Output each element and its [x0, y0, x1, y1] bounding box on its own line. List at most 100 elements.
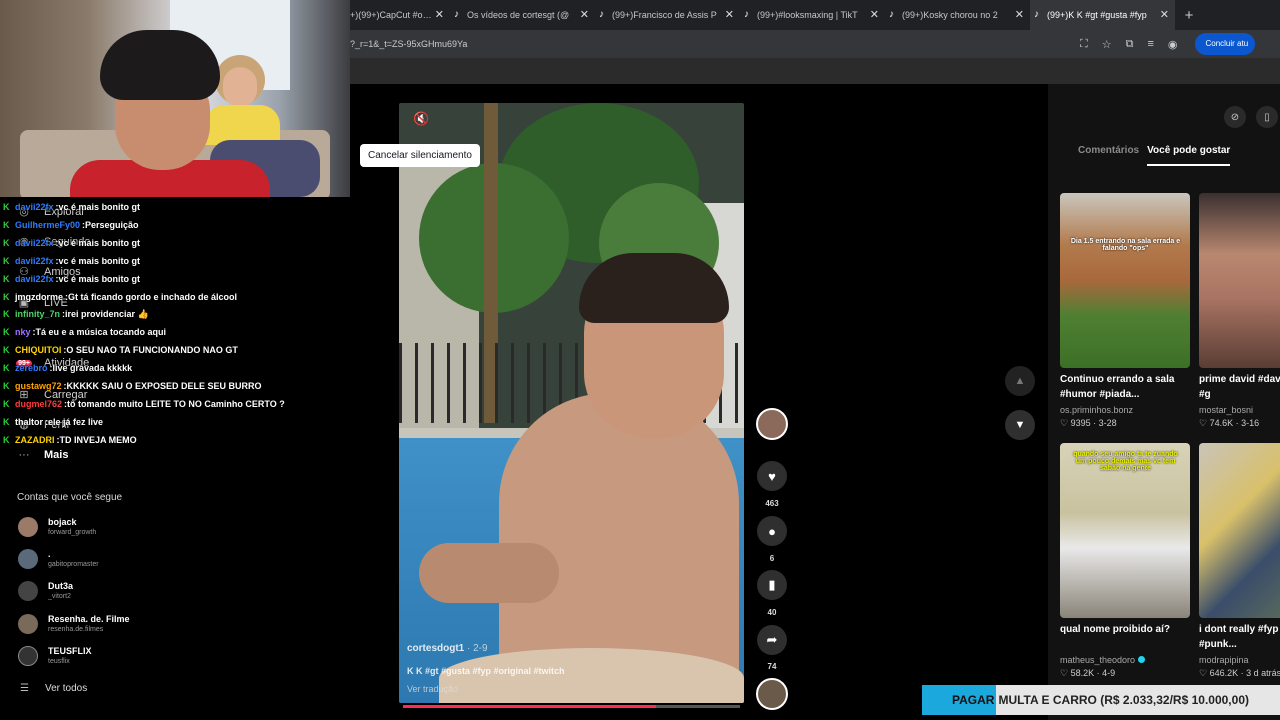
chat-username[interactable]: davii22fx: [15, 256, 54, 266]
toolbar-strip: [350, 58, 1280, 84]
comment-button[interactable]: ●: [757, 516, 787, 546]
phone-icon[interactable]: ▯: [1256, 106, 1278, 128]
chat-message: Kdavii22fx: vc é mais bonito gt: [3, 255, 141, 266]
browser-tab[interactable]: ♪ (99+)Kosky chorou no 2 ✕: [885, 0, 1030, 30]
chat-username[interactable]: dugmel762: [15, 399, 62, 409]
card-author[interactable]: modrapipina: [1199, 654, 1280, 666]
chat-text: Perseguição: [85, 219, 139, 230]
extensions-icon[interactable]: ⧉: [1126, 38, 1134, 51]
address-bar: ?_r=1&_t=ZS-95xGHmu69Ya ⛶ ☆ ⧉ ≡ ◉ Conclu…: [350, 30, 1280, 58]
recommended-video-card[interactable]: prime david #david #gym #g mostar_bosni …: [1199, 193, 1280, 430]
chat-message: K ZAZADRI: TD INVEJA MEMO: [3, 434, 137, 445]
card-stats: ♡ 646.2K · 3 d atrás: [1199, 668, 1280, 678]
card-author[interactable]: matheus_theodoro: [1060, 654, 1190, 666]
close-icon[interactable]: ✕: [870, 8, 879, 21]
video-progress-bar[interactable]: [403, 705, 740, 708]
video-progress-fill: [403, 705, 656, 708]
chat-message: Kdavii22fx: vc é mais bonito gt: [3, 273, 141, 284]
update-button[interactable]: Concluir atu: [1195, 33, 1256, 55]
chat-username[interactable]: zerebro: [15, 363, 48, 373]
browser-tab[interactable]: +) (99+)CapCut #ododutip ✕: [350, 0, 450, 30]
browser-tab[interactable]: ♪ (99+)#looksmaxing | TikT ✕: [740, 0, 885, 30]
followed-account[interactable]: . gabitopromaster: [18, 549, 218, 569]
chat-username[interactable]: GuilhermeFy00: [15, 220, 80, 230]
chat-username[interactable]: gustawg72: [15, 381, 62, 391]
followed-account[interactable]: Dut3a _vitort2: [18, 581, 218, 601]
muted-speaker-icon[interactable]: 🔇: [413, 111, 429, 127]
like-button[interactable]: ♥: [757, 461, 787, 491]
close-icon[interactable]: ✕: [1160, 8, 1169, 21]
followed-account[interactable]: TEUSFLIX teusflix: [18, 646, 218, 666]
tab-comments[interactable]: Comentários: [1078, 145, 1139, 166]
avatar: [18, 646, 38, 666]
save-button[interactable]: ▮: [757, 570, 787, 600]
media-icon[interactable]: ≡: [1147, 38, 1153, 50]
new-tab-icon[interactable]: +: [1179, 7, 1199, 24]
recommended-video-card[interactable]: i dont really #fyp #foryou #punk... modr…: [1199, 443, 1280, 680]
close-icon[interactable]: ✕: [725, 8, 734, 21]
tab-bar: +) (99+)CapCut #ododutip ✕ ♪ Os vídeos d…: [350, 0, 1280, 30]
star-icon[interactable]: ☆: [1102, 38, 1112, 51]
video-thumbnail[interactable]: [1199, 443, 1280, 618]
chat-username[interactable]: davii22fx: [15, 202, 54, 212]
see-all-link[interactable]: ☰ Ver todos: [20, 683, 87, 694]
followed-account[interactable]: Resenha. de. Filme resenha.de.filmes: [18, 614, 218, 634]
chat-username[interactable]: nky: [15, 327, 31, 337]
kick-badge-icon: K: [3, 416, 10, 427]
account-handle: forward_growth: [48, 529, 97, 536]
tab-title: Os vídeos de cortesgt (@: [467, 10, 570, 20]
kick-badge-icon: K: [3, 363, 10, 374]
browser-tab[interactable]: ♪ Os vídeos de cortesgt (@ ✕: [450, 0, 595, 30]
translate-icon[interactable]: ⛶: [1080, 38, 1088, 51]
card-author[interactable]: mostar_bosni: [1199, 404, 1280, 416]
video-player[interactable]: 🔇 cortesdogt1 · 2-9 K K #gt #gusta #fyp …: [399, 103, 744, 703]
close-icon[interactable]: ✕: [1015, 8, 1024, 21]
chat-username[interactable]: infinity_7n: [15, 309, 60, 319]
card-title: i dont really #fyp #foryou #punk...: [1199, 624, 1280, 650]
previous-video-button[interactable]: ▲: [1005, 366, 1035, 396]
next-video-button[interactable]: ▼: [1005, 410, 1035, 440]
chat-message: Kjmgzdorme: Gt tá ficando gordo e inchad…: [3, 291, 238, 302]
card-date: 3-16: [1241, 418, 1260, 428]
followed-account[interactable]: bojack forward_growth: [18, 517, 218, 537]
compass-icon[interactable]: ⊘: [1224, 106, 1246, 128]
kick-badge-icon: K: [3, 202, 10, 212]
heart-icon: ♡: [1199, 668, 1208, 678]
chevron-down-icon: ▼: [1014, 419, 1026, 431]
tab-title: (99+)#looksmaxing | TikT: [757, 10, 858, 20]
chat-username[interactable]: jmgzdorme: [15, 292, 63, 302]
tab-you-may-like[interactable]: Você pode gostar: [1147, 145, 1231, 166]
music-avatar[interactable]: [756, 678, 788, 710]
close-icon[interactable]: ✕: [435, 8, 444, 21]
chat-text: vc é mais bonito gt: [58, 273, 141, 284]
chat-text: KKKKK SAIU O EXPOSED DELE SEU BURRO: [66, 381, 262, 391]
video-thumbnail[interactable]: Dia 1.5 entrando na sala errada e faland…: [1060, 193, 1190, 368]
chat-username[interactable]: davii22fx: [15, 238, 54, 248]
following-accounts-title: Contas que você segue: [17, 492, 123, 503]
video-author[interactable]: cortesdogt1 · 2-9: [407, 643, 488, 654]
share-count: 74: [767, 662, 777, 671]
profile-icon[interactable]: ◉: [1168, 38, 1178, 51]
sidebar-item-more[interactable]: ··· Mais: [16, 449, 69, 461]
browser-tab-active[interactable]: ♪ (99+)K K #gt #gusta #fyp ✕: [1030, 0, 1175, 30]
chat-text: O SEU NAO TA FUNCIONANDO NAO GT: [66, 345, 238, 356]
recommended-video-card[interactable]: Dia 1.5 entrando na sala errada e faland…: [1060, 193, 1190, 430]
save-count: 40: [767, 608, 777, 617]
recommended-video-card[interactable]: quando seu amigo ta te zuando um pouco d…: [1060, 443, 1190, 680]
share-button[interactable]: ➦: [757, 625, 787, 655]
chat-username[interactable]: thaltor: [15, 417, 43, 427]
creator-avatar[interactable]: [756, 408, 788, 440]
chat-username[interactable]: CHIQUITOI: [15, 345, 61, 355]
url-field[interactable]: ?_r=1&_t=ZS-95xGHmu69Ya: [350, 39, 1080, 49]
card-author[interactable]: os.priminhos.bonz: [1060, 404, 1190, 416]
close-icon[interactable]: ✕: [580, 8, 589, 21]
webcam-streamer: [70, 30, 270, 197]
video-thumbnail[interactable]: [1199, 193, 1280, 368]
browser-tab[interactable]: ♪ (99+)Francisco de Assis P ✕: [595, 0, 740, 30]
chat-username[interactable]: ZAZADRI: [15, 435, 55, 445]
translate-link[interactable]: Ver tradução: [407, 684, 458, 694]
chat-username[interactable]: davii22fx: [15, 274, 54, 284]
video-caption: K K #gt #gusta #fyp #original #twitch: [407, 666, 565, 676]
video-thumbnail[interactable]: quando seu amigo ta te zuando um pouco d…: [1060, 443, 1190, 618]
account-name: bojack: [48, 517, 77, 527]
